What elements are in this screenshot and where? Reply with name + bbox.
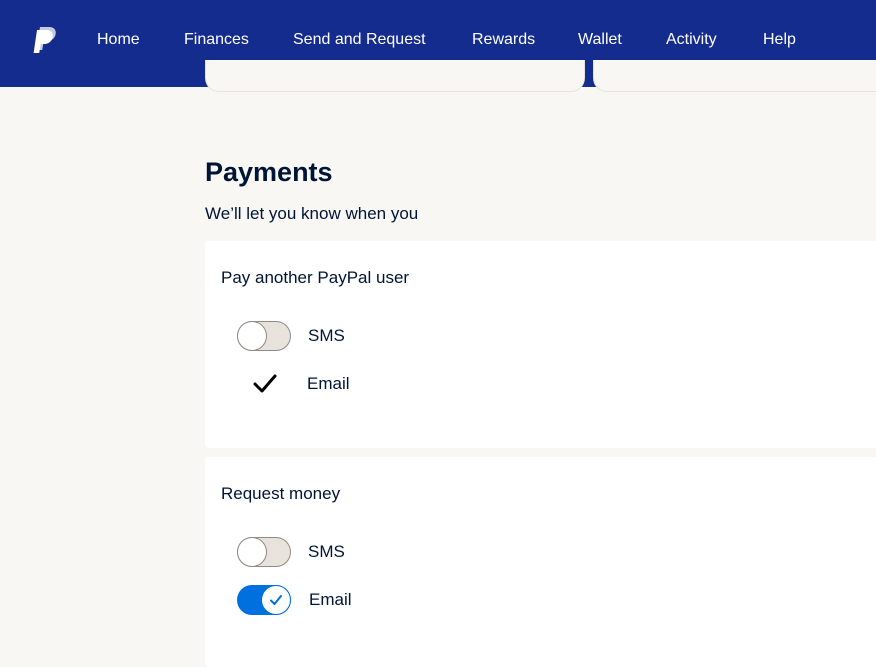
- notification-card-pay-user: Pay another PayPal user SMS Email: [205, 241, 876, 448]
- partial-card-above: [205, 60, 585, 92]
- email-label: Email: [309, 590, 352, 609]
- nav-activity[interactable]: Activity: [666, 30, 717, 50]
- card-title: Request money: [221, 484, 341, 503]
- partial-card-above-right: [593, 60, 876, 92]
- email-label: Email: [307, 374, 350, 393]
- checkmark-icon[interactable]: [252, 371, 278, 397]
- nav-finances[interactable]: Finances: [184, 30, 249, 50]
- toggle-knob: [237, 321, 267, 351]
- nav-send-and-request[interactable]: Send and Request: [293, 30, 426, 50]
- nav-wallet[interactable]: Wallet: [578, 30, 622, 50]
- sms-label: SMS: [308, 542, 345, 561]
- section-subtitle: We’ll let you know when you: [205, 204, 419, 223]
- nav-home[interactable]: Home: [97, 30, 140, 50]
- checkmark-icon: [270, 595, 282, 605]
- paypal-logo-icon[interactable]: [31, 25, 59, 55]
- nav-help[interactable]: Help: [763, 30, 796, 50]
- card-title: Pay another PayPal user: [221, 268, 410, 287]
- toggle-knob: [261, 585, 291, 615]
- sms-label: SMS: [308, 326, 345, 345]
- sms-toggle[interactable]: [237, 321, 291, 351]
- sms-toggle[interactable]: [237, 537, 291, 567]
- section-title: Payments: [205, 157, 333, 187]
- email-toggle[interactable]: [237, 585, 291, 615]
- notification-card-request-money: Request money SMS Email: [205, 457, 876, 667]
- nav-rewards[interactable]: Rewards: [472, 30, 535, 50]
- toggle-knob: [237, 537, 267, 567]
